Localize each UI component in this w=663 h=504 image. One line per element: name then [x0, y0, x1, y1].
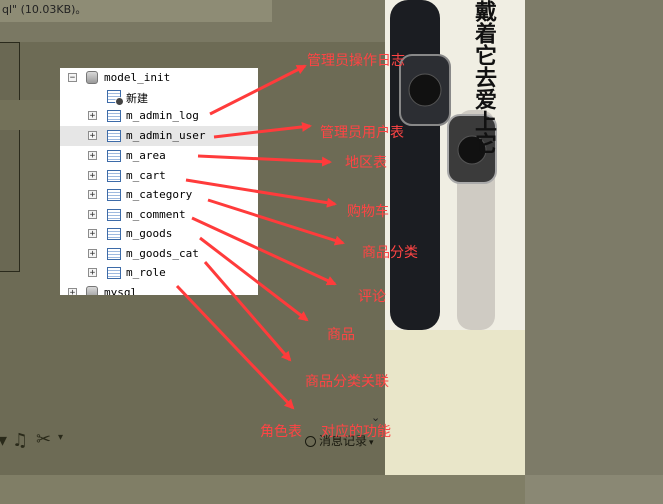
arrow-role: [175, 284, 295, 410]
arrow-category: [207, 198, 345, 246]
annotation-goods-cat: 商品分类关联: [305, 374, 389, 390]
annotation-area: 地区表: [345, 155, 387, 171]
annotation-role: 角色表: [260, 424, 302, 440]
annotation-admin-user: 管理员用户表: [320, 125, 404, 141]
arrow-admin-user: [213, 121, 312, 139]
annotation-goods: 商品: [327, 327, 355, 343]
arrow-goods-cat: [203, 261, 292, 362]
annotation-cart: 购物车: [347, 204, 389, 220]
arrow-comment: [191, 216, 337, 286]
annotation-function-note: 对应的功能: [321, 424, 391, 440]
annotation-comment: 评论: [358, 289, 386, 305]
annotation-admin-log: 管理员操作日志: [307, 53, 405, 69]
arrow-area: [197, 154, 332, 167]
arrow-goods: [199, 236, 309, 322]
arrow-admin-log: [209, 64, 307, 116]
annotation-category: 商品分类: [362, 245, 418, 261]
